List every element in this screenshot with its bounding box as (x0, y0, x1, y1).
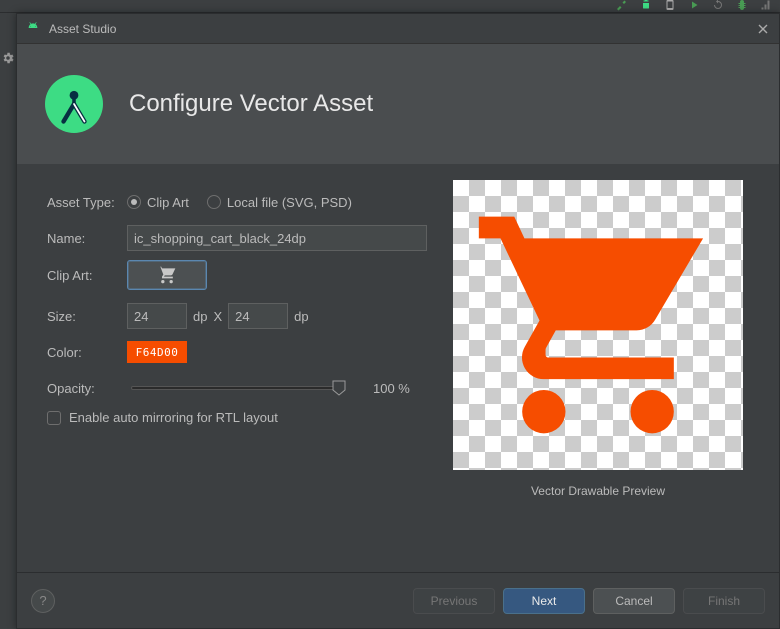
cancel-button[interactable]: Cancel (593, 588, 675, 614)
opacity-value: 100 % (373, 381, 410, 396)
clipart-label: Clip Art: (47, 268, 127, 283)
radio-local-file[interactable]: Local file (SVG, PSD) (207, 195, 352, 210)
preview-label: Vector Drawable Preview (531, 484, 665, 498)
size-unit-w: dp (193, 309, 207, 324)
dialog-footer: ? Previous Next Cancel Finish (17, 572, 779, 628)
run-icon[interactable] (686, 0, 702, 13)
size-height-input[interactable] (228, 303, 288, 329)
shopping-cart-icon (157, 265, 177, 285)
dialog-title: Asset Studio (49, 22, 755, 36)
size-x-separator: X (213, 309, 222, 324)
preview-panel: Vector Drawable Preview (447, 188, 749, 562)
radio-clip-art[interactable]: Clip Art (127, 195, 189, 210)
help-button[interactable]: ? (31, 589, 55, 613)
form-panel: Asset Type: Clip Art Local file (SVG, PS… (47, 188, 447, 562)
name-label: Name: (47, 231, 127, 246)
rtl-mirroring-label: Enable auto mirroring for RTL layout (69, 410, 278, 425)
shopping-cart-icon (468, 195, 728, 455)
rtl-mirroring-checkbox[interactable] (47, 411, 61, 425)
debug-icon[interactable] (734, 0, 750, 13)
asset-studio-dialog: Asset Studio Configure Vector Asset Asse… (16, 13, 780, 629)
ide-toolbar (0, 0, 780, 13)
device-icon[interactable] (662, 0, 678, 13)
radio-indicator-icon (127, 195, 141, 209)
hammer-icon[interactable] (614, 0, 630, 13)
radio-indicator-icon (207, 195, 221, 209)
color-hex-text: F64D00 (136, 346, 179, 359)
next-button[interactable]: Next (503, 588, 585, 614)
size-label: Size: (47, 309, 127, 324)
slider-thumb-icon[interactable] (332, 380, 346, 396)
app-module-icon[interactable] (638, 0, 654, 13)
close-icon[interactable] (755, 21, 771, 37)
size-unit-h: dp (294, 309, 308, 324)
preview-canvas (453, 180, 743, 470)
name-input[interactable] (127, 225, 427, 251)
opacity-slider[interactable] (131, 386, 341, 390)
color-swatch[interactable]: F64D00 (127, 341, 187, 363)
ide-left-gutter (0, 13, 16, 629)
opacity-label: Opacity: (47, 381, 127, 396)
help-icon: ? (39, 593, 46, 608)
asset-type-label: Asset Type: (47, 195, 127, 210)
android-studio-logo-icon (45, 75, 103, 133)
size-width-input[interactable] (127, 303, 187, 329)
radio-clip-art-label: Clip Art (147, 195, 189, 210)
dialog-header: Configure Vector Asset (17, 44, 779, 164)
radio-local-file-label: Local file (SVG, PSD) (227, 195, 352, 210)
apply-changes-icon[interactable] (710, 0, 726, 13)
previous-button[interactable]: Previous (413, 588, 495, 614)
profiler-icon[interactable] (758, 0, 774, 13)
header-title: Configure Vector Asset (129, 90, 373, 118)
gear-icon[interactable] (1, 51, 15, 65)
finish-button[interactable]: Finish (683, 588, 765, 614)
dialog-titlebar: Asset Studio (17, 14, 779, 44)
color-label: Color: (47, 345, 127, 360)
android-head-icon (25, 21, 41, 37)
clipart-picker-button[interactable] (127, 260, 207, 290)
